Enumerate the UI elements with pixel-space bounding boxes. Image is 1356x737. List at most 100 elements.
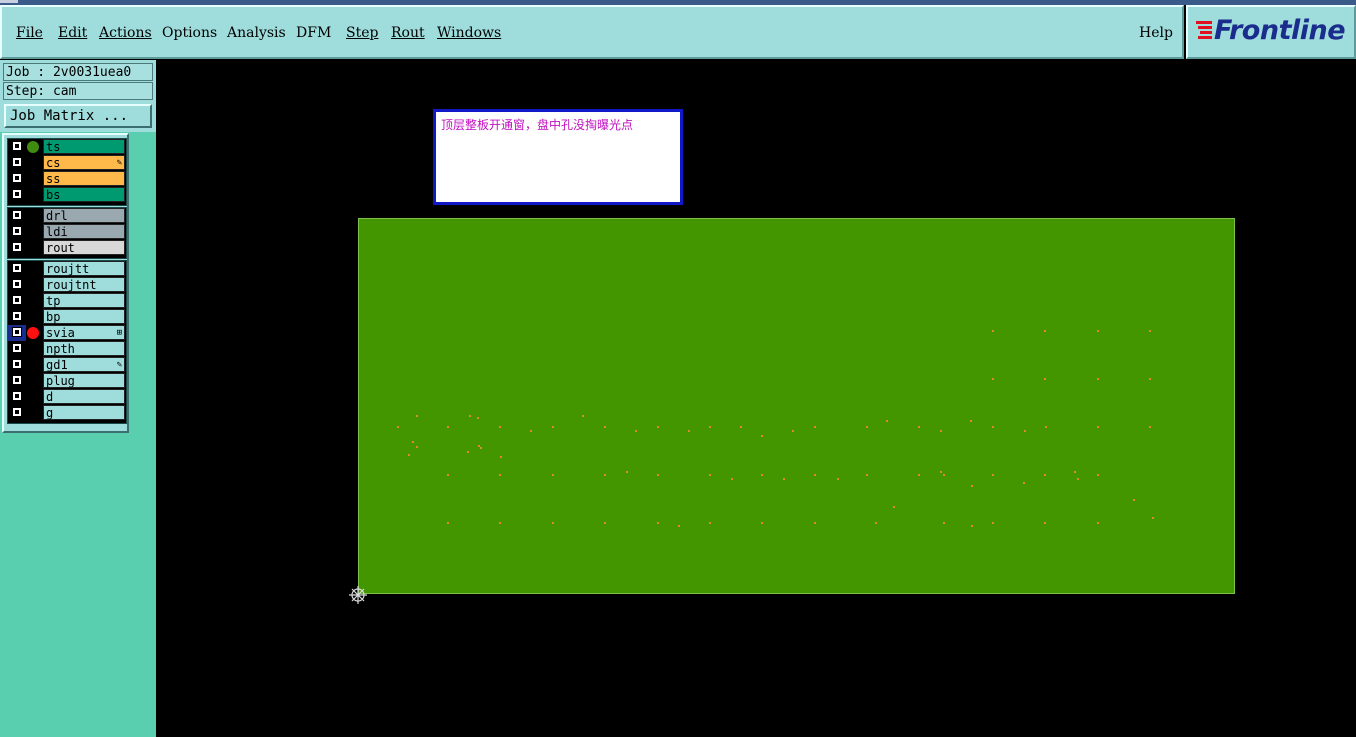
layer-checkbox[interactable] [8, 405, 26, 421]
pad-45 [552, 474, 554, 476]
menu-actions[interactable]: Actions [99, 25, 152, 41]
pcb-board[interactable] [358, 218, 1235, 594]
layer-name[interactable]: ldi [43, 224, 125, 239]
job-matrix-button[interactable]: Job Matrix ... [4, 104, 152, 128]
layer-row-cs[interactable]: cs ✎ [8, 155, 126, 171]
layer-checkbox[interactable] [8, 208, 26, 224]
layer-row-roujtt[interactable]: roujtt [8, 261, 126, 277]
pad-72 [709, 522, 711, 524]
checkbox-icon [12, 343, 22, 353]
menu-step[interactable]: Step [346, 25, 378, 41]
pad-42 [480, 447, 482, 449]
layer-checkbox[interactable] [8, 171, 26, 187]
pad-21 [709, 426, 711, 428]
layer-name[interactable]: gd1 ✎ [43, 357, 125, 372]
menu-windows[interactable]: Windows [437, 25, 501, 41]
origin-crosshair-icon [349, 586, 367, 604]
layer-checkbox[interactable] [8, 389, 26, 405]
layer-mark-icon: ⊞ [116, 328, 122, 338]
pad-65 [1097, 474, 1099, 476]
layer-name[interactable]: g [43, 405, 125, 420]
menu-options[interactable]: Options [162, 25, 217, 41]
layer-row-g[interactable]: g [8, 405, 126, 421]
menu-dfm[interactable]: DFM [296, 25, 331, 41]
pad-74 [814, 522, 816, 524]
layer-checkbox[interactable] [8, 325, 26, 341]
layer-name[interactable]: d [43, 389, 125, 404]
layer-row-plug[interactable]: plug [8, 373, 126, 389]
pad-0 [992, 330, 994, 332]
pad-41 [500, 456, 502, 458]
layer-checkbox[interactable] [8, 341, 26, 357]
checkbox-icon [12, 141, 22, 151]
layer-row-ts[interactable]: ts [8, 139, 126, 155]
layer-checkbox[interactable] [8, 373, 26, 389]
layer-name[interactable]: bp [43, 309, 125, 324]
pad-76 [893, 506, 895, 508]
layer-row-bp[interactable]: bp [8, 309, 126, 325]
layer-checkbox[interactable] [8, 187, 26, 203]
menu-rout[interactable]: Rout [391, 25, 425, 41]
checkbox-icon [12, 295, 22, 305]
layer-row-npth[interactable]: npth [8, 341, 126, 357]
layer-checkbox[interactable] [8, 155, 26, 171]
layer-row-drl[interactable]: drl [8, 208, 126, 224]
layer-row-svia[interactable]: svia ⊞ [8, 325, 126, 341]
layer-name[interactable]: tp [43, 293, 125, 308]
layer-group-drill: drl ldi rout [7, 207, 127, 259]
pad-23 [761, 435, 763, 437]
pad-12 [477, 417, 479, 419]
layer-checkbox[interactable] [8, 277, 26, 293]
job-name-field: Job : 2v0031uea0 [3, 63, 153, 81]
layer-name[interactable]: rout [43, 240, 125, 255]
layer-name[interactable]: svia ⊞ [43, 325, 125, 340]
layer-name[interactable]: ss [43, 171, 125, 186]
layer-name[interactable]: drl [43, 208, 125, 223]
pad-68 [552, 522, 554, 524]
layer-checkbox[interactable] [8, 240, 26, 256]
layer-row-gd1[interactable]: gd1 ✎ [8, 357, 126, 373]
layer-name[interactable]: roujtt [43, 261, 125, 276]
checkbox-icon [12, 263, 22, 273]
pad-20 [688, 430, 690, 432]
menu-help[interactable]: Help [1139, 25, 1173, 41]
note-text: 顶层整板开通窗，盘中孔没掏曝光点 [441, 118, 634, 132]
pad-54 [837, 478, 839, 480]
pad-17 [604, 426, 606, 428]
layer-row-roujtnt[interactable]: roujtnt [8, 277, 126, 293]
layer-name[interactable]: npth [43, 341, 125, 356]
checkbox-icon [12, 407, 22, 417]
menu-analysis[interactable]: Analysis [227, 25, 286, 41]
pad-25 [814, 426, 816, 428]
layer-checkbox[interactable] [8, 293, 26, 309]
layer-row-tp[interactable]: tp [8, 293, 126, 309]
pad-16 [582, 415, 584, 417]
menu-edit[interactable]: Edit [58, 25, 87, 41]
layer-name[interactable]: cs ✎ [43, 155, 125, 170]
layer-row-rout[interactable]: rout [8, 240, 126, 256]
layer-checkbox[interactable] [8, 139, 26, 155]
layer-row-d[interactable]: d [8, 389, 126, 405]
pad-50 [731, 478, 733, 480]
layer-mark-icon: ✎ [116, 158, 122, 168]
layer-name[interactable]: roujtnt [43, 277, 125, 292]
layer-name[interactable]: bs [43, 187, 125, 202]
layer-mark-icon: ✎ [116, 360, 122, 370]
pad-32 [1024, 430, 1026, 432]
checkbox-icon [12, 359, 22, 369]
layer-name[interactable]: ts [43, 139, 125, 154]
pad-82 [1133, 499, 1135, 501]
layer-row-bs[interactable]: bs [8, 187, 126, 203]
layer-name[interactable]: plug [43, 373, 125, 388]
layer-checkbox[interactable] [8, 357, 26, 373]
layer-checkbox[interactable] [8, 224, 26, 240]
layer-row-ldi[interactable]: ldi [8, 224, 126, 240]
layer-checkbox[interactable] [8, 261, 26, 277]
pad-77 [943, 522, 945, 524]
pad-79 [992, 522, 994, 524]
menu-file[interactable]: File [16, 25, 43, 41]
layer-row-ss[interactable]: ss [8, 171, 126, 187]
pad-61 [1023, 482, 1025, 484]
layer-status-dot-icon [27, 141, 39, 153]
layer-checkbox[interactable] [8, 309, 26, 325]
